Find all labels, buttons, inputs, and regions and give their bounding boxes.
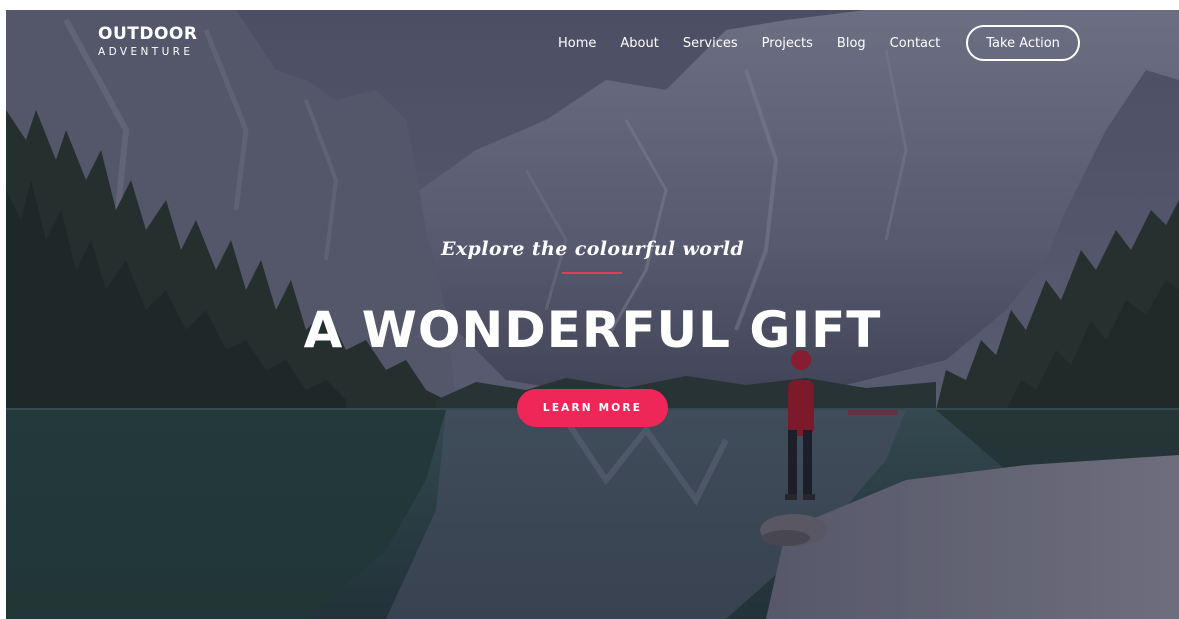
tagline-divider — [562, 272, 622, 274]
brand-name-top: OUTDOOR — [98, 24, 198, 44]
nav-item-projects[interactable]: Projects — [762, 36, 813, 51]
nav-item-contact[interactable]: Contact — [890, 36, 941, 51]
take-action-button[interactable]: Take Action — [966, 25, 1080, 61]
brand-name-bottom: ADVENTURE — [98, 46, 194, 58]
brand-logo[interactable]: OUTDOOR ADVENTURE — [98, 24, 197, 59]
nav-item-home[interactable]: Home — [558, 36, 596, 51]
hero-headline: A WONDERFUL GIFT — [303, 301, 882, 359]
hero-section: OUTDOOR ADVENTURE Home About Services Pr… — [6, 10, 1179, 619]
learn-more-button[interactable]: LEARN MORE — [517, 389, 668, 427]
nav-item-blog[interactable]: Blog — [837, 36, 866, 51]
nav-item-about[interactable]: About — [620, 36, 658, 51]
main-nav: Home About Services Projects Blog Contac… — [546, 25, 1080, 61]
hero-tagline: Explore the colourful world — [440, 238, 745, 260]
nav-item-services[interactable]: Services — [683, 36, 738, 51]
